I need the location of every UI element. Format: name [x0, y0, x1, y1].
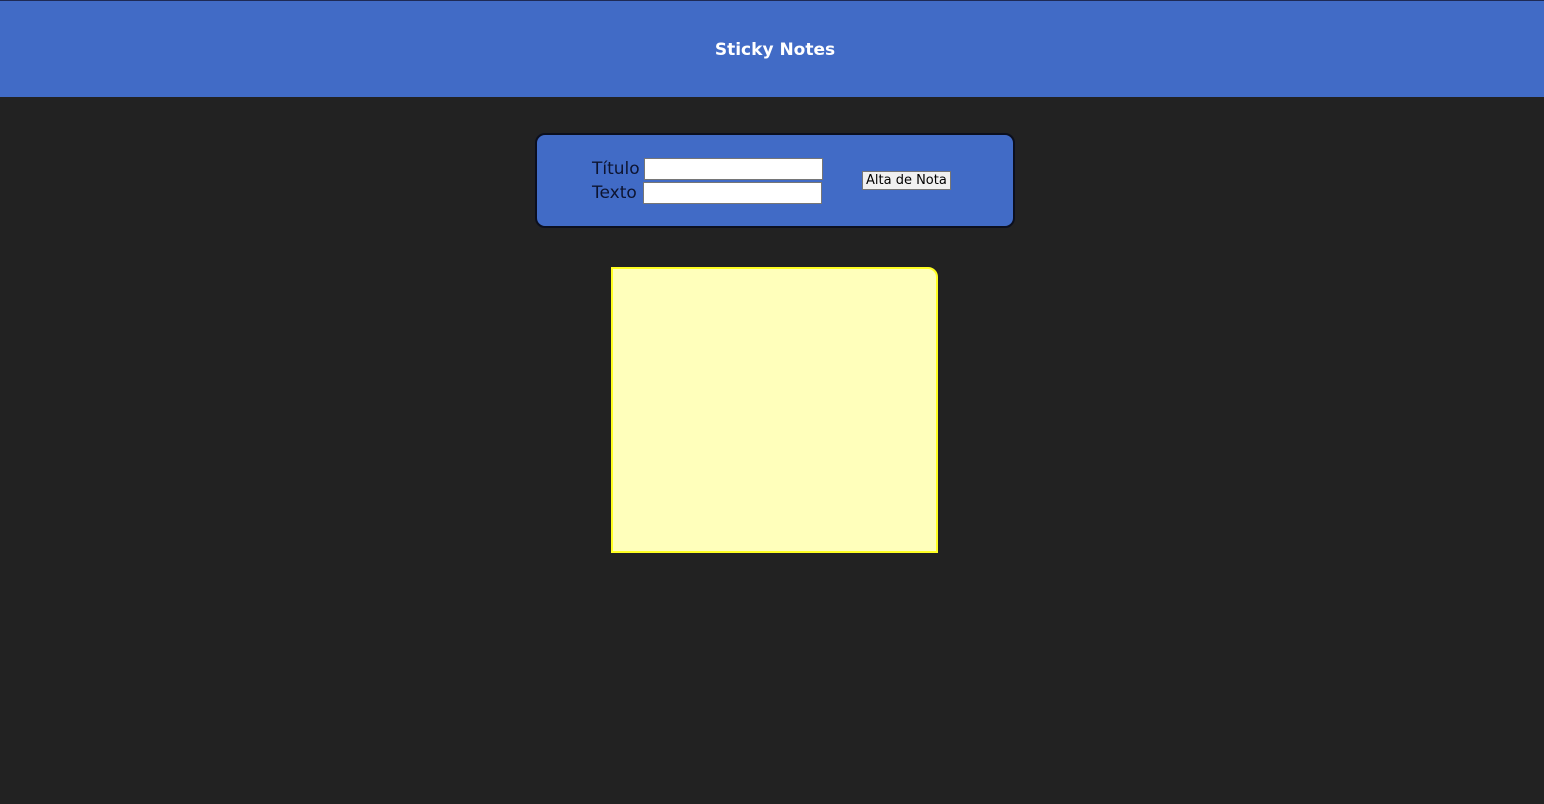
text-label: Texto: [592, 183, 637, 203]
note-form: Título Texto Alta de Nota: [535, 133, 1015, 228]
app-header: Sticky Notes: [0, 0, 1544, 97]
add-note-button[interactable]: Alta de Nota: [862, 171, 951, 190]
text-input[interactable]: [643, 182, 822, 204]
sticky-note[interactable]: [611, 267, 938, 553]
title-input[interactable]: [644, 158, 823, 180]
page-title: Sticky Notes: [714, 40, 836, 60]
title-label: Título: [592, 159, 640, 179]
